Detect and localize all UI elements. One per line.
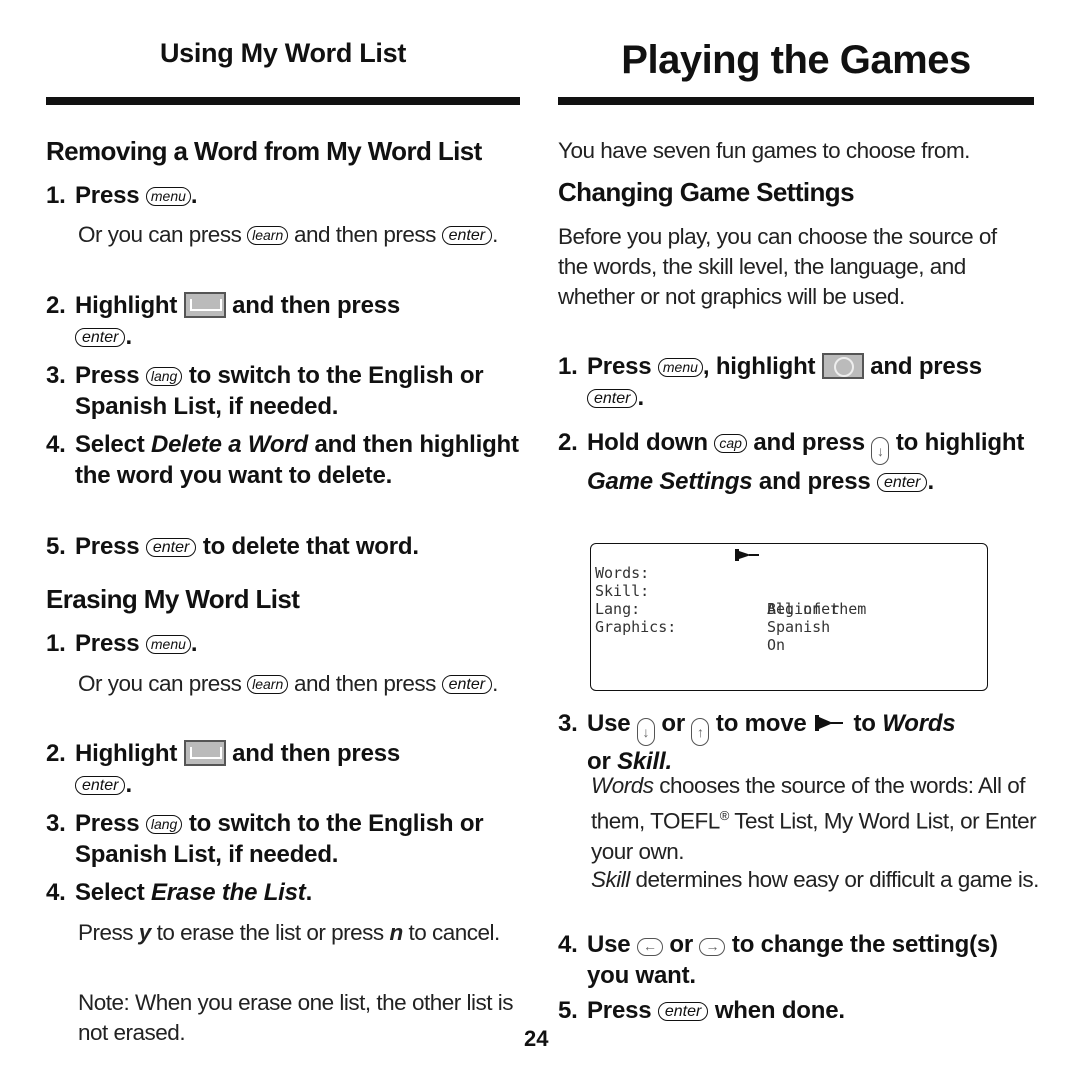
erase-step-3: 3. Press lang to switch to the English o…: [46, 810, 484, 868]
erase-step-4: 4. Select Erase the List.: [46, 879, 313, 906]
remove-step-3: 3. Press lang to switch to the English o…: [46, 362, 484, 420]
remove-step-4: 4. Select Delete a Word and then highlig…: [46, 431, 519, 489]
menu-key-icon: menu: [657, 358, 703, 377]
erase-step-1-note: Or you can press learn and then press en…: [78, 671, 498, 696]
down-arrow-key-icon: ↓: [871, 437, 890, 465]
removing-word-heading: Removing a Word from My Word List: [46, 136, 482, 166]
games-intro: You have seven fun games to choose from.: [558, 138, 970, 163]
enter-key-icon: enter: [657, 1002, 709, 1021]
erase-other-list-note: Note: When you erase one list, the other…: [78, 990, 513, 1045]
enter-key-icon: enter: [441, 226, 493, 245]
erase-step-1: 1. Press menu.: [46, 630, 198, 657]
erase-confirm-note: Press y to erase the list or press n to …: [78, 920, 500, 945]
menu-key-icon: menu: [145, 187, 191, 206]
page-number: 24: [524, 1026, 549, 1051]
right-header-rule: [558, 97, 1034, 105]
enter-key-icon: enter: [441, 675, 493, 694]
left-arrow-key-icon: ←: [636, 938, 663, 956]
cap-key-icon: cap: [714, 434, 747, 453]
selection-pointer-icon: [815, 715, 844, 731]
settings-description: Before you play, you can choose the sour…: [558, 224, 997, 309]
settings-step-4: 4. Use ← or → to change the setting(s) y…: [558, 931, 998, 989]
menu-key-icon: menu: [145, 635, 191, 654]
right-page-header: Playing the Games: [621, 38, 971, 82]
erasing-list-heading: Erasing My Word List: [46, 584, 300, 614]
settings-step-2: 2. Hold down cap and press ↓ to highligh…: [558, 429, 1025, 495]
remove-step-1-note: Or you can press learn and then press en…: [78, 222, 498, 247]
screen-row-graphics: Graphics: On: [595, 618, 786, 654]
word-list-icon: [183, 740, 226, 766]
right-arrow-key-icon: →: [699, 938, 726, 956]
enter-key-icon: enter: [75, 776, 126, 795]
remove-step-2: 2. Highlight and then press enter.: [46, 292, 401, 350]
game-settings-screen: Words: All of them Skill: Beginner Lang:…: [590, 543, 988, 691]
changing-settings-heading: Changing Game Settings: [558, 177, 855, 207]
settings-step-5: 5. Press enter when done.: [558, 997, 845, 1024]
skill-description: Skill determines how easy or difficult a…: [591, 867, 1039, 892]
enter-key-icon: enter: [145, 538, 197, 557]
selection-pointer-icon: [735, 549, 759, 561]
erase-step-2: 2. Highlight and then press enter.: [46, 740, 401, 798]
remove-step-5: 5. Press enter to delete that word.: [46, 533, 419, 560]
lang-key-icon: lang: [145, 367, 183, 386]
lang-key-icon: lang: [145, 815, 183, 834]
enter-key-icon: enter: [876, 473, 928, 492]
settings-step-1: 1. Press menu, highlight and press enter…: [558, 353, 982, 411]
enter-key-icon: enter: [75, 328, 126, 347]
up-arrow-key-icon: ↑: [691, 718, 710, 746]
settings-step-3: 3. Use ↓ or ↑ to move to Words or Skill.: [558, 710, 956, 775]
down-arrow-key-icon: ↓: [636, 718, 655, 746]
learn-key-icon: learn: [247, 226, 289, 245]
enter-key-icon: enter: [587, 389, 638, 408]
learn-key-icon: learn: [247, 675, 289, 694]
words-description: Words chooses the source of the words: A…: [591, 773, 1037, 864]
remove-step-1: 1. Press menu.: [46, 182, 198, 209]
word-list-icon: [183, 292, 226, 318]
left-page-header: Using My Word List: [159, 38, 407, 68]
games-icon: [821, 353, 864, 379]
left-header-rule: [46, 97, 520, 105]
